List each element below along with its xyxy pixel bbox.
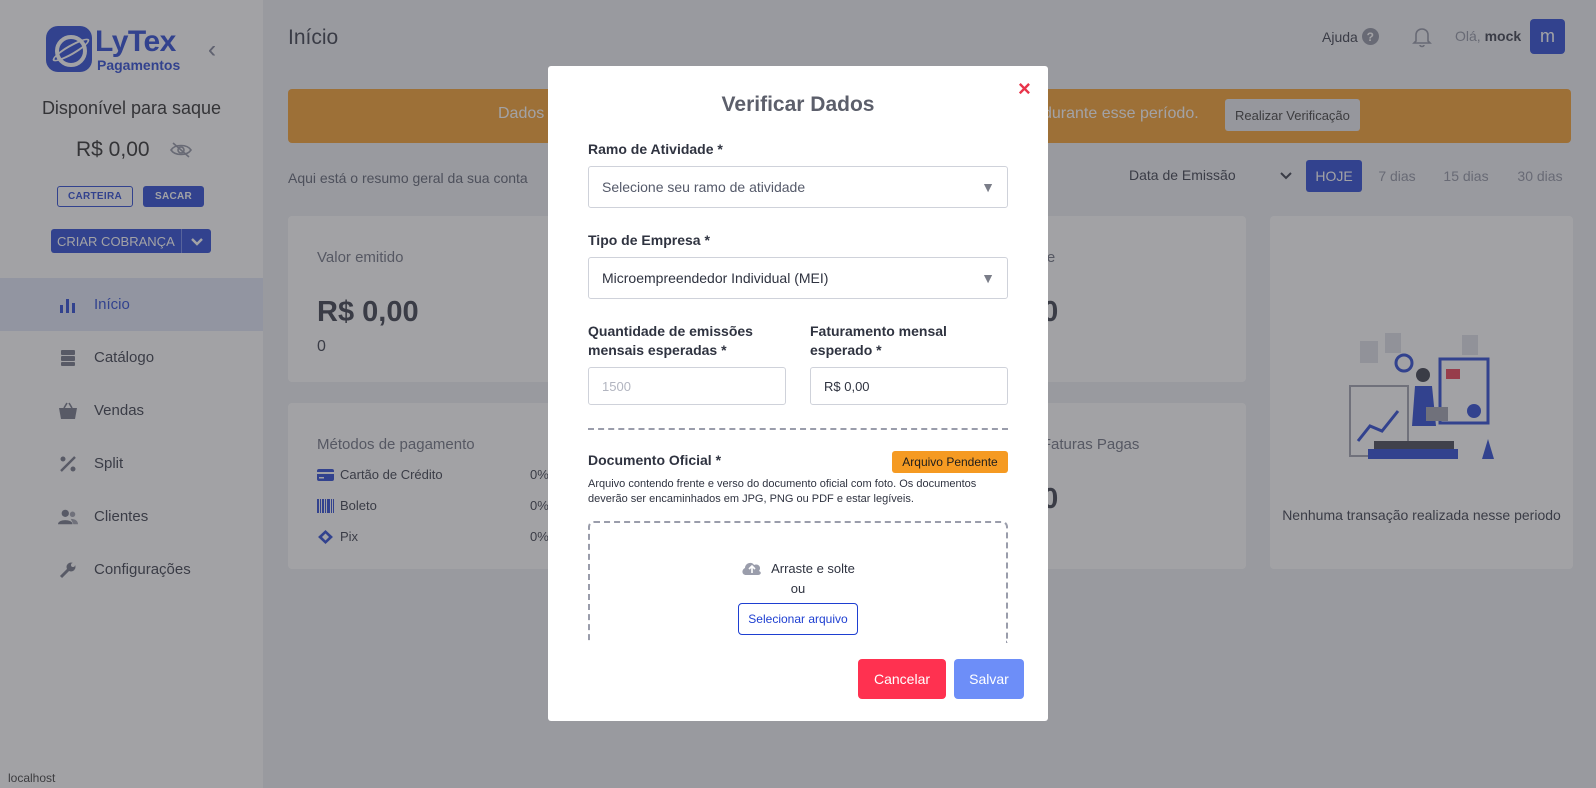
tipo-empresa-label: Tipo de Empresa * [588,232,710,248]
verificar-dados-modal: × Verificar Dados Ramo de Atividade * Se… [548,66,1048,721]
faturamento-label-line1: Faturamento mensal [810,323,947,339]
faturamento-label-line2: esperado * [810,342,882,358]
tipo-empresa-value: Microempreendedor Individual (MEI) [602,270,829,286]
cloud-upload-icon [742,562,761,575]
ramo-select-placeholder: Selecione seu ramo de atividade [602,179,806,195]
select-file-button[interactable]: Selecionar arquivo [738,603,858,635]
faturamento-label: Faturamento mensal esperado * [810,322,947,360]
file-dropzone[interactable]: Arraste e solte ou Selecionar arquivo [588,521,1008,643]
cancel-button[interactable]: Cancelar [858,659,946,699]
dropzone-drag-row: Arraste e solte [590,560,1006,576]
quantidade-label-line2: mensais esperadas * [588,342,727,358]
ramo-label: Ramo de Atividade * [588,141,723,157]
quantidade-input[interactable]: 1500 [588,367,786,405]
status-badge: Arquivo Pendente [892,451,1008,473]
quantidade-label: Quantidade de emissões mensais esperadas… [588,322,753,360]
triangle-down-icon: ▼ [981,179,995,195]
dropzone-drag-text: Arraste e solte [771,560,855,576]
quantidade-placeholder: 1500 [602,378,631,394]
dropzone-or-text: ou [790,581,806,596]
section-divider [588,428,1008,430]
documento-description: Arquivo contendo frente e verso do docum… [588,478,977,505]
save-button[interactable]: Salvar [954,659,1024,699]
triangle-down-icon: ▼ [981,270,995,286]
documento-label: Documento Oficial * [588,452,722,468]
faturamento-input[interactable]: R$ 0,00 [810,367,1008,405]
modal-title: Verificar Dados [721,93,875,116]
quantidade-label-line1: Quantidade de emissões [588,323,753,339]
ramo-select[interactable]: Selecione seu ramo de atividade ▼ [588,166,1008,208]
faturamento-value: R$ 0,00 [824,378,870,394]
tipo-empresa-select[interactable]: Microempreendedor Individual (MEI) ▼ [588,257,1008,299]
